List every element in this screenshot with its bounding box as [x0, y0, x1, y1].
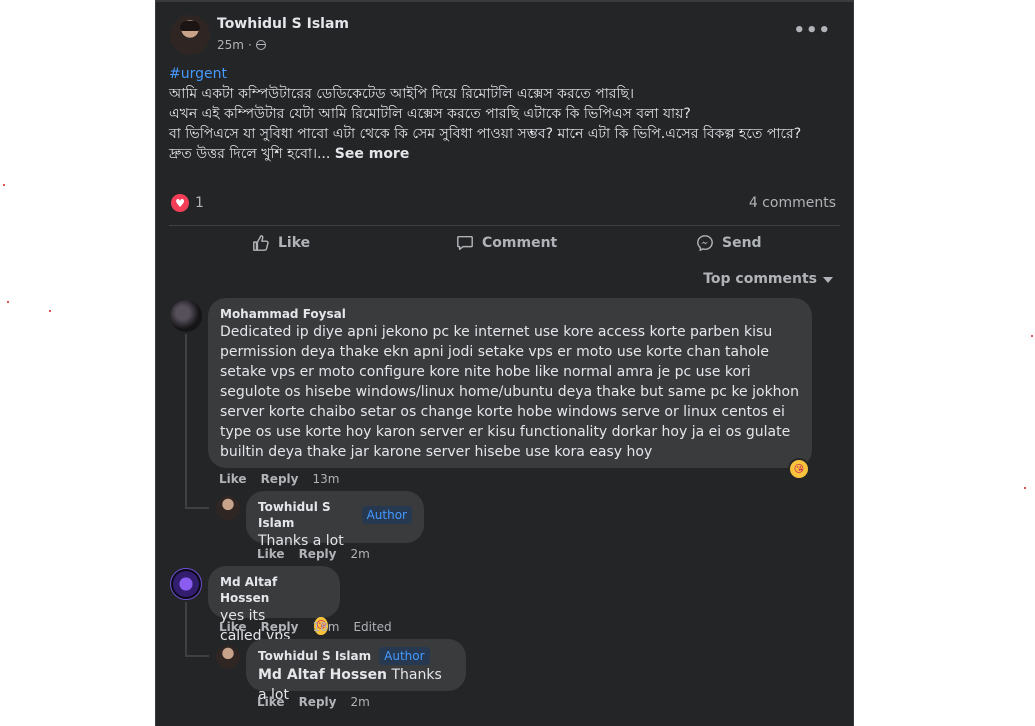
like-label: Like [278, 235, 311, 251]
thumbs-up-icon [253, 235, 269, 251]
like-button[interactable]: Like [252, 234, 310, 252]
stray-dot [3, 184, 5, 186]
comment-bubble: Md Altaf Hossen yes its called vps 😘 [208, 566, 340, 644]
commenter-name[interactable]: Mohammad Foysal [220, 306, 800, 322]
chevron-down-icon [823, 277, 833, 283]
reply-time[interactable]: 2m [350, 547, 369, 561]
post-body: #urgent আমি একটা কম্পিউটারের ডেডিকেটেড আ… [169, 64, 839, 164]
reaction-count: 1 [195, 195, 204, 211]
reply-author-row: Towhidul S Islam Author [258, 499, 412, 531]
send-button[interactable]: Send [696, 234, 762, 252]
comment-time[interactable]: 13m [312, 472, 339, 486]
post-line: বা ভিপিএসে যা সুবিধা পাবো এটা থেকে কি সে… [169, 126, 802, 142]
hashtag-link[interactable]: #urgent [169, 64, 839, 84]
reply-reply-button[interactable]: Reply [299, 547, 337, 561]
commenter-avatar[interactable] [170, 300, 202, 332]
comment-text: Dedicated ip diye apni jekono pc ke inte… [220, 324, 799, 460]
reaction-summary[interactable]: ♥ 1 [171, 194, 204, 212]
comments-count-link[interactable]: 4 comments [749, 195, 836, 211]
comment-time[interactable]: 18m [312, 620, 339, 634]
thread-line [185, 507, 209, 509]
laughing-reaction-icon[interactable]: 😘 [788, 458, 810, 480]
comment-sort-dropdown[interactable]: Top comments [703, 271, 833, 287]
edited-label: Edited [353, 620, 392, 634]
commenter-name[interactable]: Md Altaf Hossen [220, 574, 328, 606]
post-line-last: দ্রুত উত্তর দিলে খুশি হবো।... See more [169, 144, 839, 164]
post-line: আমি একটা কম্পিউটারের ডেডিকেটেড আইপি দিয়… [169, 86, 634, 102]
more-options-button[interactable]: ••• [793, 22, 831, 40]
comment-actions: Like Reply 18m Edited [219, 620, 392, 634]
see-more-link[interactable]: See more [335, 146, 410, 162]
action-bar: Like Comment Send [156, 234, 853, 258]
post-time[interactable]: 25m [217, 38, 244, 52]
divider [169, 225, 840, 226]
stray-dot [1031, 335, 1033, 337]
reply-like-button[interactable]: Like [257, 547, 285, 561]
author-badge: Author [379, 647, 430, 665]
thread-line [185, 655, 209, 657]
post-meta: 25m · [217, 38, 266, 52]
post-author-name[interactable]: Towhidul S Islam [217, 16, 349, 32]
comment-like-button[interactable]: Like [219, 620, 247, 634]
post-panel: Towhidul S Islam 25m · ••• #urgent আমি এ… [155, 0, 854, 726]
mention-link[interactable]: Md Altaf Hossen [258, 667, 387, 683]
reply-like-button[interactable]: Like [257, 695, 285, 709]
send-label: Send [722, 235, 762, 251]
stray-dot [1024, 487, 1026, 489]
commenter-avatar[interactable] [170, 568, 202, 600]
reply-actions: Like Reply 2m [257, 547, 370, 561]
sort-label: Top comments [703, 271, 817, 287]
reply-author-name[interactable]: Towhidul S Islam [258, 648, 371, 664]
reply-actions: Like Reply 2m [257, 695, 370, 709]
reply-author-avatar[interactable] [216, 496, 240, 520]
comment-bubble: Mohammad Foysal Dedicated ip diye apni j… [208, 298, 812, 468]
meta-separator: · [247, 38, 252, 52]
reply-bubble: Towhidul S Islam Author Thanks a lot [246, 491, 424, 549]
stray-dot [49, 310, 51, 312]
post-author-avatar[interactable] [170, 15, 210, 55]
reply-author-row: Towhidul S Islam Author [258, 647, 454, 665]
comment-like-button[interactable]: Like [219, 472, 247, 486]
post-line: দ্রুত উত্তর দিলে খুশি হবো।... [169, 146, 331, 162]
post-line: এখন এই কম্পিউটার যেটা আমি রিমোটলি এক্সেস… [169, 106, 691, 122]
thread-line [185, 334, 187, 509]
reply-author-avatar[interactable] [216, 645, 240, 669]
comment-actions: Like Reply 13m [219, 472, 339, 486]
reply-bubble: Towhidul S Islam Author Md Altaf Hossen … [246, 639, 466, 703]
top-border [156, 0, 853, 2]
comment-icon [457, 235, 473, 251]
stray-dot [7, 301, 9, 303]
thread-line [185, 602, 187, 656]
reply-time[interactable]: 2m [350, 695, 369, 709]
globe-icon[interactable] [255, 40, 266, 50]
comment-reply-button[interactable]: Reply [261, 620, 299, 634]
messenger-icon [697, 235, 713, 252]
love-reaction-icon: ♥ [171, 194, 189, 212]
comment-reply-button[interactable]: Reply [261, 472, 299, 486]
reply-author-name[interactable]: Towhidul S Islam [258, 499, 354, 531]
comment-label: Comment [482, 235, 558, 251]
reply-reply-button[interactable]: Reply [299, 695, 337, 709]
author-badge: Author [361, 506, 412, 524]
comment-button[interactable]: Comment [456, 234, 557, 252]
